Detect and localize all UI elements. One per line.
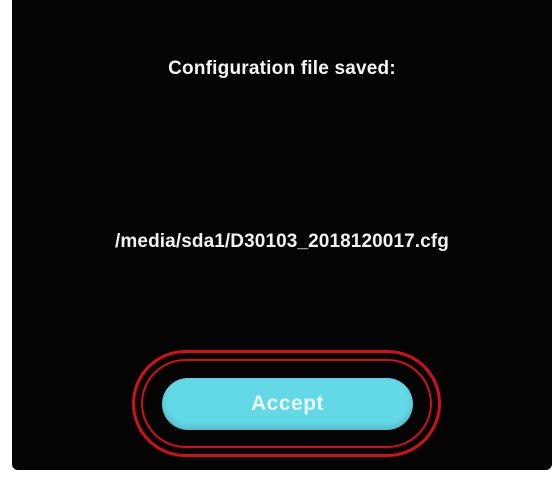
tv-screen: Configuration file saved: /media/sda1/D3… [12, 0, 552, 470]
photo-frame: Configuration file saved: /media/sda1/D3… [0, 0, 554, 485]
saved-file-path: /media/sda1/D30103_2018120017.cfg [115, 231, 449, 252]
dialog-title: Configuration file saved: [168, 58, 396, 79]
accept-button[interactable]: Accept [162, 378, 413, 430]
